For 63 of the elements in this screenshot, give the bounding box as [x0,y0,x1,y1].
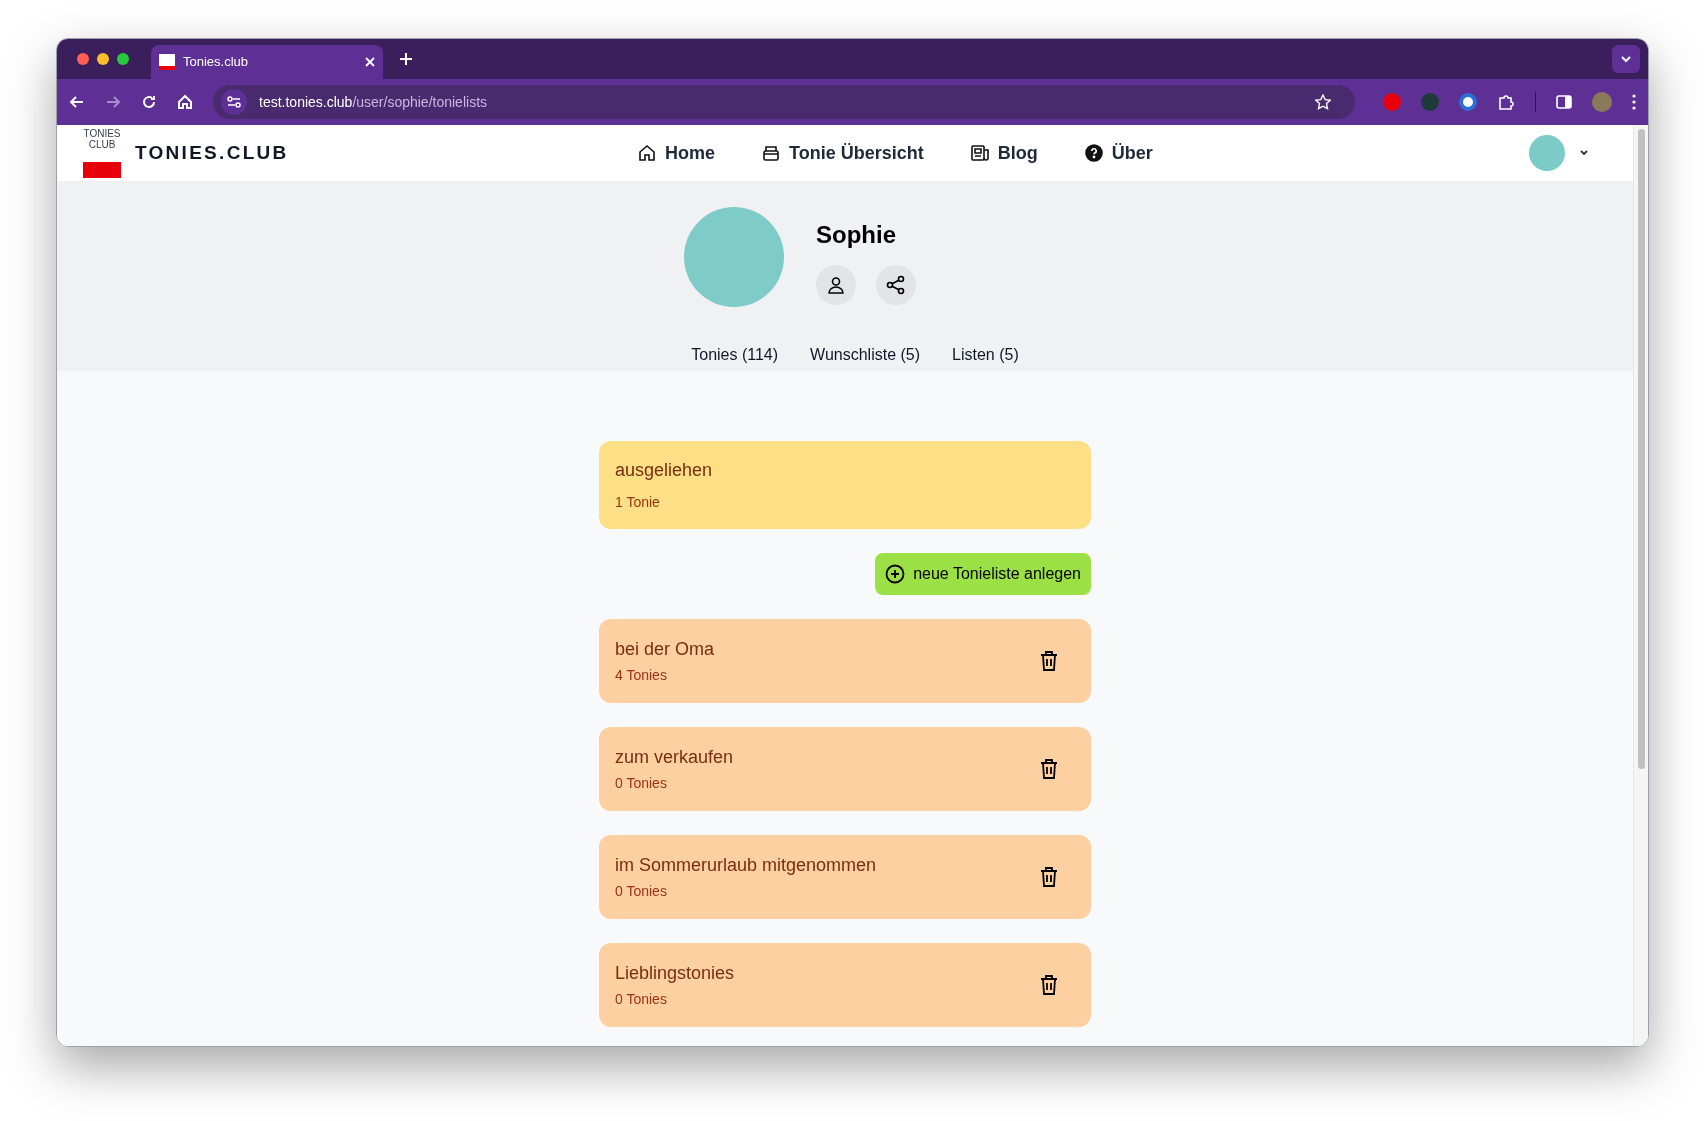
close-tab-icon[interactable] [365,57,375,67]
chevron-down-icon [1620,53,1632,65]
minimize-window-button[interactable] [97,53,109,65]
box-icon [761,143,781,163]
reload-icon[interactable] [141,94,157,110]
url-text: test.tonies.club/user/sophie/tonielists [259,92,488,112]
chevron-down-icon[interactable] [1579,148,1589,158]
forward-icon[interactable] [105,94,121,110]
list-card[interactable]: zum verkaufen 0 Tonies [599,727,1091,811]
list-count: 4 Tonies [615,666,668,685]
list-card[interactable]: im Sommerurlaub mitgenommen 0 Tonies [599,835,1091,919]
site-settings-icon[interactable] [221,89,247,115]
nav-link[interactable]: Tonie Übersicht [761,139,924,167]
new-list-button[interactable]: neue Tonieliste anlegen [875,553,1091,595]
list-card[interactable]: bei der Oma 4 Tonies [599,619,1091,703]
extension-icon[interactable] [1459,93,1477,111]
profile-tab[interactable]: Wunschliste (5) [810,343,921,367]
nav-link[interactable]: Über [1083,139,1153,167]
trash-icon[interactable] [1039,974,1059,996]
maximize-window-button[interactable] [117,53,129,65]
side-panel-icon[interactable] [1556,94,1572,110]
list-count: 1 Tonie [615,493,661,512]
nav-link[interactable]: Blog [969,139,1038,167]
trash-icon[interactable] [1039,650,1059,672]
site-name[interactable]: TONIES.CLUB [135,138,289,168]
help-icon [1083,143,1104,163]
list-title: ausgeliehen [615,459,714,482]
browser-tab[interactable]: Tonies.club [151,45,383,79]
profile-tab[interactable]: Listen (5) [952,343,1019,367]
home-icon [637,143,657,163]
tab-title: Tonies.club [183,53,250,72]
puzzle-icon[interactable] [1497,93,1515,111]
trash-icon[interactable] [1039,866,1059,888]
home-icon[interactable] [177,94,193,110]
person-icon [827,276,845,294]
profile-name: Sophie [816,220,897,250]
trash-icon[interactable] [1039,758,1059,780]
list-title: bei der Oma [615,638,716,661]
nav-link[interactable]: Home [637,139,715,167]
list-count: 0 Tonies [615,774,668,793]
site-logo[interactable]: TONIES CLUB [81,128,123,178]
list-title: Lieblingstonies [615,962,736,985]
news-icon [969,143,990,163]
list-title: im Sommerurlaub mitgenommen [615,854,878,877]
bookmark-star-icon[interactable] [1315,94,1331,110]
list-count: 0 Tonies [615,882,668,901]
list-count: 0 Tonies [615,990,668,1009]
list-card[interactable]: ausgeliehen 1 Tonie [599,441,1091,529]
list-card[interactable]: Lieblingstonies 0 Tonies [599,943,1091,1027]
back-icon[interactable] [69,94,85,110]
profile-button[interactable] [816,265,856,305]
close-window-button[interactable] [77,53,89,65]
plus-circle-icon [885,564,906,584]
new-tab-icon[interactable] [399,52,413,66]
scrollbar-thumb[interactable] [1637,129,1645,769]
share-button[interactable] [876,265,916,305]
favicon-icon [159,54,175,70]
more-menu-icon[interactable] [1632,94,1636,110]
list-title: zum verkaufen [615,746,735,769]
address-bar[interactable]: test.tonies.club/user/sophie/tonielists [213,85,1355,119]
tab-search-button[interactable] [1612,45,1640,73]
profile-tab[interactable]: Tonies (114) [691,343,779,367]
share-icon [886,275,906,295]
